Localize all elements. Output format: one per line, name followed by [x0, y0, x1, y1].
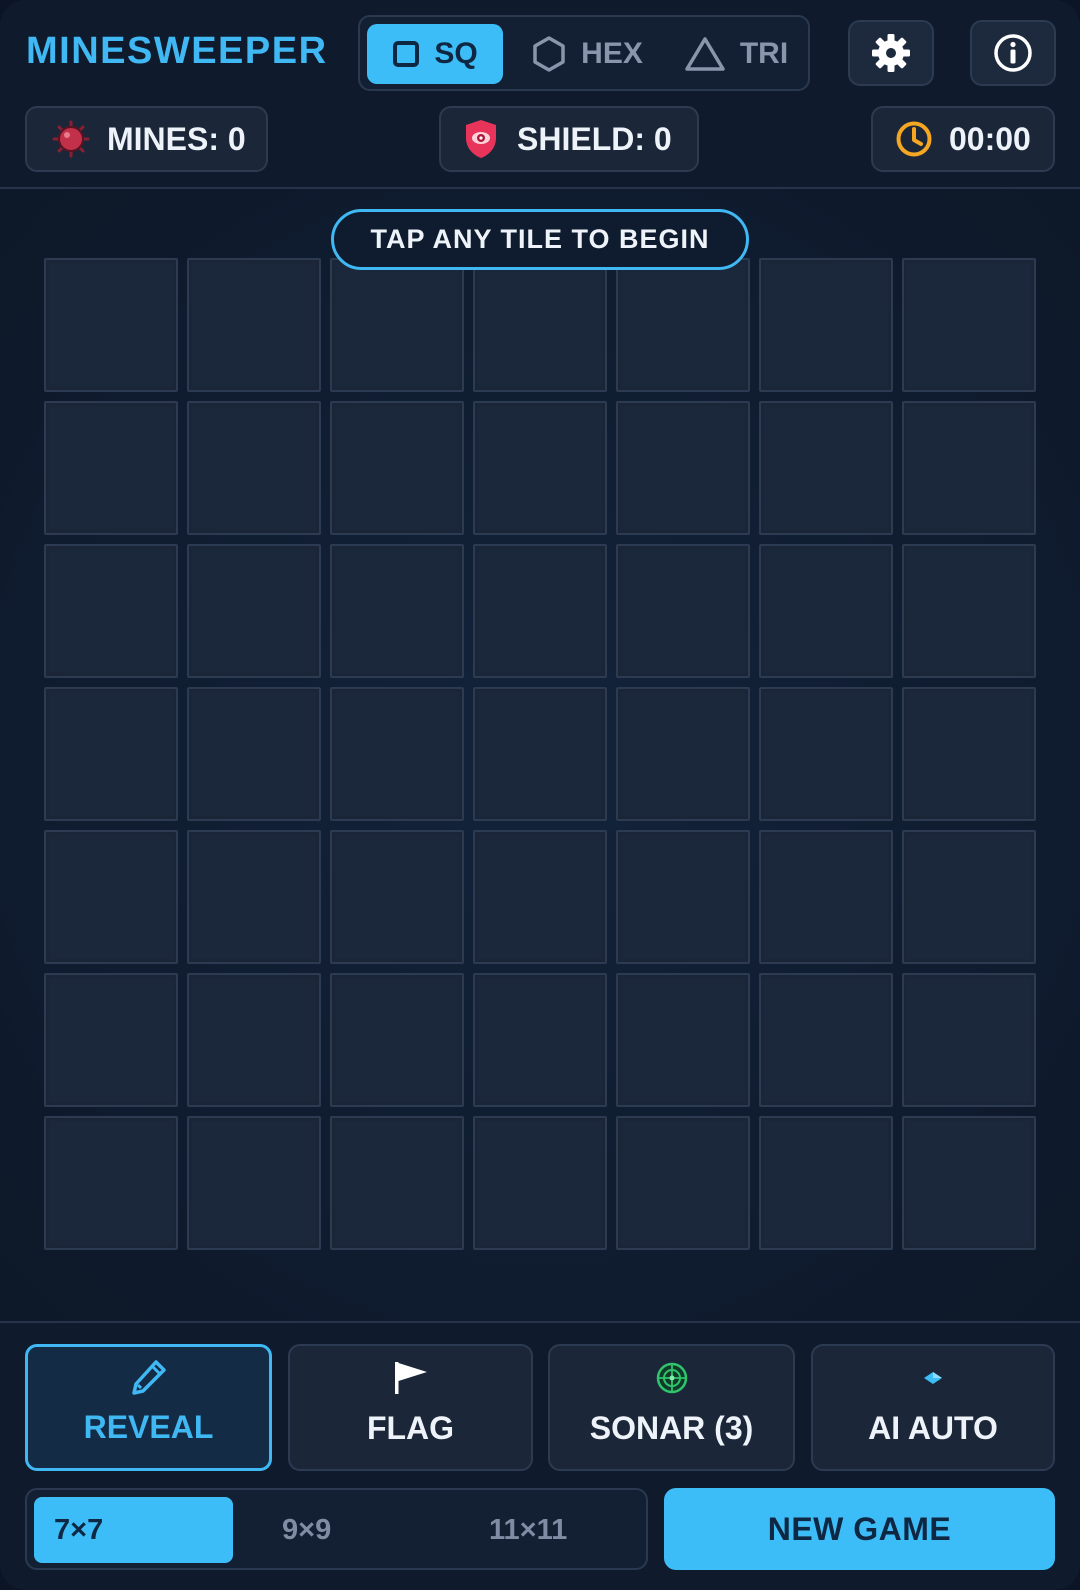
tile[interactable] [44, 973, 178, 1107]
tile[interactable] [902, 687, 1036, 821]
shield-counter: SHIELD: 0 [439, 106, 699, 172]
tile[interactable] [616, 830, 750, 964]
size-11x11-button[interactable]: 11×11 [432, 1497, 632, 1563]
tile[interactable] [330, 830, 464, 964]
tile[interactable] [473, 401, 607, 535]
tile[interactable] [902, 544, 1036, 678]
tile[interactable] [44, 687, 178, 821]
tile[interactable] [187, 687, 321, 821]
tile[interactable] [187, 830, 321, 964]
game-window: MINESWEEPER SQ HEX TRI MINES: 0 SHIELD: … [0, 0, 1080, 1590]
mode-tri-button[interactable]: TRI [672, 24, 800, 84]
tile[interactable] [44, 258, 178, 392]
ai-auto-tool-label: AI AUTO [868, 1410, 998, 1446]
pencil-icon [131, 1360, 166, 1395]
size-7x7-button[interactable]: 7×7 [34, 1497, 233, 1563]
tile[interactable] [187, 401, 321, 535]
tile[interactable] [44, 1116, 178, 1250]
flag-icon [394, 1362, 427, 1394]
flag-tool-button[interactable]: FLAG [288, 1344, 533, 1471]
tile[interactable] [473, 544, 607, 678]
board-size-selector: 7×7 9×9 11×11 [25, 1488, 648, 1570]
tile[interactable] [44, 401, 178, 535]
mines-counter: MINES: 0 [25, 106, 268, 172]
hexagon-icon [533, 36, 565, 72]
tile[interactable] [759, 973, 893, 1107]
tile[interactable] [330, 258, 464, 392]
grid-shape-selector: SQ HEX TRI [358, 15, 810, 91]
tile[interactable] [902, 830, 1036, 964]
mode-hex-button[interactable]: HEX [522, 24, 652, 84]
square-icon [393, 41, 420, 67]
tile[interactable] [187, 973, 321, 1107]
tile[interactable] [902, 401, 1036, 535]
flag-tool-label: FLAG [366, 1410, 455, 1446]
mode-square-label: SQ [434, 37, 478, 70]
app-title: MINESWEEPER [26, 30, 328, 72]
diamond-icon [924, 1372, 942, 1384]
radar-icon [656, 1362, 687, 1394]
size-9x9-button[interactable]: 9×9 [237, 1497, 427, 1563]
tile[interactable] [616, 687, 750, 821]
shield-count: SHIELD: 0 [517, 120, 672, 157]
tile[interactable] [330, 973, 464, 1107]
tile[interactable] [187, 544, 321, 678]
tile[interactable] [616, 258, 750, 392]
tile[interactable] [330, 687, 464, 821]
settings-button[interactable] [848, 20, 934, 86]
tile[interactable] [330, 1116, 464, 1250]
tile[interactable] [902, 973, 1036, 1107]
mode-square-button[interactable]: SQ [367, 24, 503, 84]
tile[interactable] [473, 1116, 607, 1250]
sonar-tool-label: SONAR (3) [589, 1410, 754, 1446]
tile[interactable] [44, 544, 178, 678]
mines-count: MINES: 0 [107, 120, 246, 157]
tile[interactable] [473, 258, 607, 392]
tile[interactable] [759, 401, 893, 535]
tile[interactable] [44, 830, 178, 964]
start-prompt: TAP ANY TILE TO BEGIN [331, 209, 749, 270]
mode-hex-label: HEX [581, 37, 643, 70]
tile[interactable] [330, 544, 464, 678]
tile[interactable] [759, 1116, 893, 1250]
tile[interactable] [616, 401, 750, 535]
tile[interactable] [616, 973, 750, 1107]
shield-icon [466, 120, 496, 158]
tile[interactable] [616, 1116, 750, 1250]
reveal-tool-label: REVEAL [83, 1409, 214, 1445]
tile[interactable] [902, 258, 1036, 392]
tile[interactable] [759, 258, 893, 392]
tile[interactable] [473, 830, 607, 964]
info-button[interactable] [970, 20, 1056, 86]
tile[interactable] [473, 687, 607, 821]
mode-tri-label: TRI [739, 37, 789, 70]
new-game-button[interactable]: NEW GAME [664, 1488, 1055, 1570]
tile[interactable] [616, 544, 750, 678]
tile[interactable] [759, 830, 893, 964]
mine-icon [52, 120, 90, 158]
tile[interactable] [759, 544, 893, 678]
tile[interactable] [330, 401, 464, 535]
sonar-tool-button[interactable]: SONAR (3) [548, 1344, 795, 1471]
timer-value: 00:00 [949, 120, 1031, 157]
clock-icon [896, 121, 932, 157]
tile[interactable] [902, 1116, 1036, 1250]
gear-icon [872, 34, 910, 72]
reveal-tool-button[interactable]: REVEAL [25, 1344, 272, 1471]
triangle-icon [685, 37, 725, 71]
tile-grid [44, 258, 1036, 1250]
tile[interactable] [187, 258, 321, 392]
ai-auto-tool-button[interactable]: AI AUTO [811, 1344, 1055, 1471]
tile[interactable] [759, 687, 893, 821]
toolbar-divider [0, 1321, 1080, 1323]
info-icon [994, 34, 1032, 72]
tile[interactable] [473, 973, 607, 1107]
tile[interactable] [187, 1116, 321, 1250]
timer: 00:00 [871, 106, 1055, 172]
